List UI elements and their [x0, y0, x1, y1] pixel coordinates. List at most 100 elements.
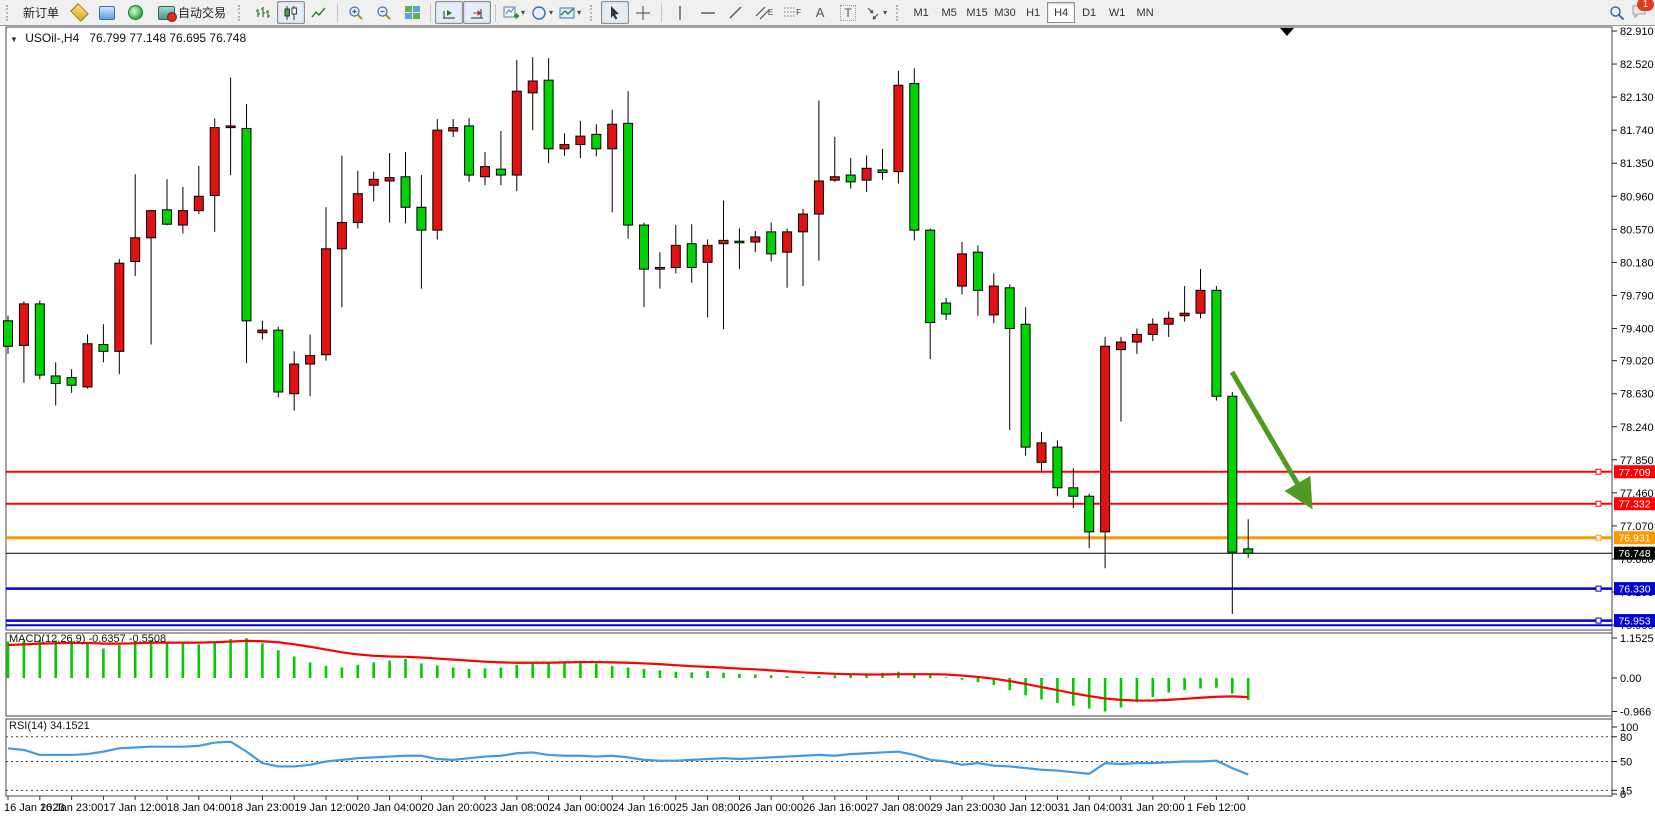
panel-frame-2: [6, 719, 1612, 796]
chart-ohlc-values: 76.799 77.148 76.695 76.748: [89, 31, 246, 45]
indicators-add-icon: [503, 5, 519, 21]
candle-50: [799, 214, 808, 232]
svg-text:27 Jan 08:00: 27 Jan 08:00: [867, 802, 931, 814]
candle-57: [910, 84, 919, 231]
candle-16: [258, 330, 267, 333]
tf-m15[interactable]: M15: [963, 2, 991, 23]
level-handle[interactable]: [1596, 535, 1601, 540]
chart-shift-icon: [469, 5, 485, 21]
cursor-arrow-icon: [607, 5, 623, 21]
candle-43: [687, 244, 696, 268]
toolbar-drag-handle[interactable]: [6, 5, 13, 21]
candle-24: [385, 178, 394, 181]
chevron-down-icon: ▼: [10, 35, 18, 44]
candle-46: [735, 241, 744, 243]
tf-m5[interactable]: M5: [935, 2, 963, 23]
candle-30: [481, 167, 490, 177]
level-handle[interactable]: [1596, 501, 1601, 506]
candle-27: [433, 130, 442, 230]
chart-shift-button[interactable]: [463, 1, 491, 24]
price-chart[interactable]: 82.91082.52082.13081.74081.35080.96080.5…: [0, 26, 1655, 826]
text-label-tool[interactable]: T: [834, 1, 862, 24]
tf-w1[interactable]: W1: [1103, 2, 1131, 23]
arrows-tool[interactable]: ▾: [862, 1, 890, 24]
vertical-line-tool[interactable]: [666, 1, 694, 24]
candle-66: [1053, 447, 1062, 488]
level-handle[interactable]: [1596, 469, 1601, 474]
text-label-icon: T: [840, 5, 855, 21]
candle-41: [655, 267, 664, 269]
tf-d1[interactable]: D1: [1075, 2, 1103, 23]
svg-text:23 Jan 08:00: 23 Jan 08:00: [485, 802, 549, 814]
group-handle[interactable]: [238, 5, 245, 21]
svg-text:18 Jan 04:00: 18 Jan 04:00: [167, 802, 231, 814]
svg-text:20 Jan 20:00: 20 Jan 20:00: [421, 802, 485, 814]
line-chart-button[interactable]: [305, 1, 333, 24]
svg-text:31 Jan 20:00: 31 Jan 20:00: [1121, 802, 1185, 814]
time-axis: 16 Jan 202316 Jan 23:0017 Jan 12:0018 Ja…: [4, 796, 1248, 814]
auto-trading-button[interactable]: 自动交易: [149, 1, 232, 24]
periods-button[interactable]: ▾: [528, 1, 556, 24]
svg-text:50: 50: [1620, 757, 1632, 769]
candle-74: [1180, 313, 1189, 316]
candle-58: [926, 230, 935, 322]
tf-h1[interactable]: H1: [1019, 2, 1047, 23]
auto-scroll-button[interactable]: [435, 1, 463, 24]
group-handle[interactable]: [590, 5, 597, 21]
trendline-tool[interactable]: [722, 1, 750, 24]
svg-text:24 Jan 16:00: 24 Jan 16:00: [612, 802, 676, 814]
indicators-button[interactable]: ▾: [500, 1, 528, 24]
zoom-in-icon: [348, 5, 364, 21]
candlestick-chart-icon: [283, 5, 299, 21]
tf-mn[interactable]: MN: [1131, 2, 1159, 23]
candle-0: [4, 321, 13, 346]
profiles-button[interactable]: [93, 1, 121, 24]
text-tool[interactable]: A: [806, 1, 834, 24]
new-order-button[interactable]: 新订单: [17, 1, 65, 24]
candle-59: [942, 303, 951, 314]
candle-64: [1021, 324, 1030, 447]
crosshair-button[interactable]: [629, 1, 657, 24]
svg-text:79.020: 79.020: [1620, 356, 1654, 368]
svg-text:1.1525: 1.1525: [1620, 633, 1654, 645]
tf-m30[interactable]: M30: [991, 2, 1019, 23]
fibonacci-tool[interactable]: F: [778, 1, 806, 24]
alerts-button[interactable]: [121, 1, 149, 24]
search-icon[interactable]: [1609, 5, 1625, 21]
new-order-icon[interactable]: [65, 1, 93, 24]
zoom-out-button[interactable]: [370, 1, 398, 24]
tile-windows-button[interactable]: [398, 1, 426, 24]
candle-49: [783, 232, 792, 252]
svg-text:16 Jan 23:00: 16 Jan 23:00: [40, 802, 104, 814]
candle-38: [608, 124, 617, 149]
periods-caret-icon: ▾: [549, 8, 553, 17]
horizontal-line-tool[interactable]: [694, 1, 722, 24]
candlestick-chart-button[interactable]: [277, 1, 305, 24]
candle-7: [115, 263, 124, 351]
chart-title[interactable]: ▼ USOil-,H4 76.799 77.148 76.695 76.748: [10, 31, 246, 45]
zoom-in-button[interactable]: [342, 1, 370, 24]
rsi-indicator-label: RSI(14) 34.1521: [9, 720, 90, 732]
tf-m1[interactable]: M1: [907, 2, 935, 23]
svg-text:76.330: 76.330: [1618, 584, 1650, 596]
main-toolbar: 新订单 自动交易 ▾ ▾ ▾: [0, 0, 1655, 26]
tf-h4[interactable]: H4: [1047, 2, 1075, 23]
cursor-button[interactable]: [601, 1, 629, 24]
candle-10: [163, 210, 172, 224]
level-handle[interactable]: [1596, 586, 1601, 591]
group-handle[interactable]: [896, 5, 903, 21]
svg-text:77.332: 77.332: [1618, 499, 1650, 511]
crosshair-icon: [635, 5, 651, 21]
candle-65: [1037, 443, 1046, 462]
candle-8: [131, 238, 140, 262]
bar-chart-button[interactable]: [249, 1, 277, 24]
level-handle[interactable]: [1596, 618, 1601, 623]
notifications-button[interactable]: 1: [1631, 3, 1647, 22]
templates-button[interactable]: ▾: [556, 1, 584, 24]
bar-chart-icon: [255, 5, 271, 21]
chart-symbol-period: USOil-,H4: [25, 31, 79, 45]
svg-text:77.709: 77.709: [1618, 467, 1650, 479]
candle-53: [846, 175, 855, 182]
channel-tool[interactable]: E: [750, 1, 778, 24]
svg-text:76.748: 76.748: [1618, 548, 1650, 560]
